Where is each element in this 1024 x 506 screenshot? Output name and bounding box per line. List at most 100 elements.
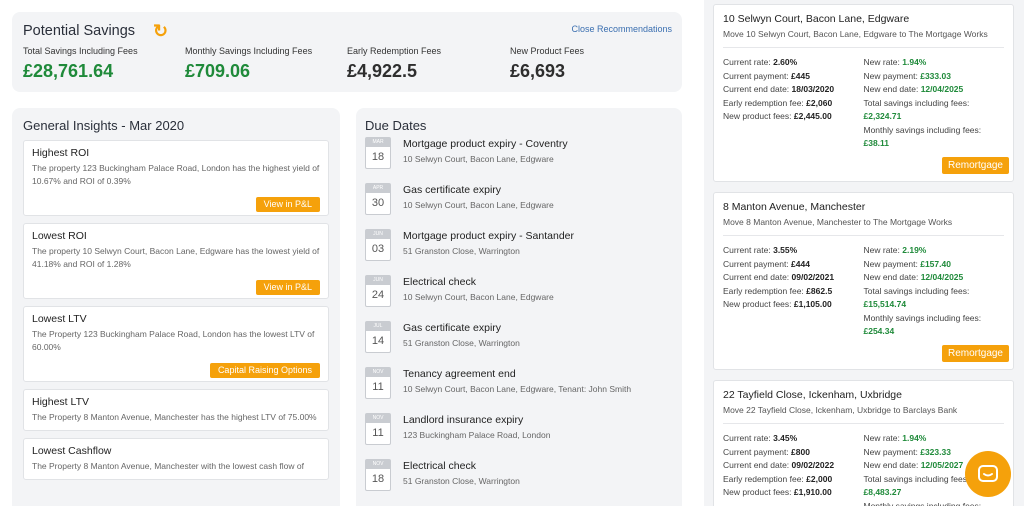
close-recommendations-link[interactable]: Close Recommendations [571, 24, 672, 34]
label: New end date: [863, 84, 919, 94]
new-product-fees: £2,445.00 [793, 111, 832, 121]
due-item[interactable]: JUL 14 Gas certificate expiry 51 Granston … [365, 321, 673, 367]
due-title: Mortgage product expiry - Coventry [403, 138, 568, 150]
label: Early redemption fee: [723, 473, 804, 484]
new-payment: £157.40 [920, 258, 951, 269]
due-title: Electrical check [403, 276, 476, 288]
calendar-icon: NOV 11 [365, 413, 391, 445]
new-payment: £333.03 [920, 70, 951, 81]
calendar-day: 24 [371, 289, 385, 301]
stat-label: New Product Fees [510, 46, 585, 56]
label: New product fees: [723, 299, 792, 309]
due-title: Landlord insurance expiry [403, 414, 524, 426]
label: Early redemption fee: [723, 285, 804, 296]
insight-card-highest-roi: Highest ROI The property 123 Buckingham … [23, 140, 329, 216]
chat-launcher-button[interactable] [965, 451, 1011, 497]
new-rate: 2.19% [902, 245, 927, 255]
calendar-icon: JUN 03 [365, 229, 391, 261]
stat-value: £709.06 [185, 61, 251, 81]
label: Current rate: [723, 245, 771, 255]
label: Monthly savings including fees: [863, 500, 982, 506]
due-address: 51 Granston Close, Warrington [403, 476, 520, 486]
insight-text: The Property 123 Buckingham Palace Road,… [32, 329, 315, 352]
due-item[interactable]: NOV 11 Landlord insurance expiry 123 Bucki… [365, 413, 673, 459]
general-insights-title: General Insights - Mar 2020 [23, 118, 185, 133]
new-product-fees: £1,910.00 [793, 487, 832, 497]
recommendation-move: Move 22 Tayfield Close, Ickenham, Uxbrid… [723, 405, 1004, 424]
insight-text: The Property 8 Manton Avenue, Manchester… [32, 461, 304, 471]
chat-icon [978, 465, 998, 482]
label: Total savings including fees: [863, 97, 970, 108]
due-item[interactable]: NOV 18 Electrical check 51 Granston Close,… [365, 459, 673, 505]
label: Current end date: [723, 460, 790, 470]
calendar-month: MAR [366, 138, 390, 147]
calendar-month: JUN [366, 276, 390, 285]
insight-text: The property 123 Buckingham Palace Road,… [32, 163, 320, 186]
due-item[interactable]: JUN 03 Mortgage product expiry - Santande… [365, 229, 673, 275]
new-end-date: 12/04/2025 [920, 84, 964, 94]
view-in-pl-button[interactable]: View in P&L [255, 197, 320, 212]
recommendation-card: 8 Manton Avenue, Manchester Move 8 Manto… [713, 192, 1014, 370]
due-item[interactable]: NOV 11 Tenancy agreement end 10 Selwyn Cou… [365, 367, 673, 413]
current-end-date: 09/02/2022 [791, 460, 835, 470]
label: New product fees: [723, 111, 792, 121]
due-item[interactable]: JUN 24 Electrical check 10 Selwyn Court, B… [365, 275, 673, 321]
label: Monthly savings including fees: [863, 124, 982, 135]
early-redemption-fee: £862.5 [806, 285, 833, 296]
due-address: 10 Selwyn Court, Bacon Lane, Edgware [403, 200, 554, 210]
savings-stats: Total Savings Including Fees £28,761.64 … [23, 46, 673, 90]
recommendation-title: 10 Selwyn Court, Bacon Lane, Edgware [723, 13, 910, 25]
remortgage-button[interactable]: Remortgage [941, 345, 1009, 362]
dashboard: Potential Savings ↻ Close Recommendation… [0, 0, 1024, 506]
label: Total savings including fees: [863, 285, 970, 296]
current-rate: 3.55% [773, 245, 798, 255]
current-payment: £800 [791, 446, 810, 457]
label: Current rate: [723, 57, 771, 67]
stat-label: Monthly Savings Including Fees [185, 46, 313, 56]
stat-label: Early Redemption Fees [347, 46, 442, 56]
label: New product fees: [723, 487, 792, 497]
early-redemption-fee: £2,060 [806, 97, 833, 108]
calendar-day: 18 [371, 151, 385, 163]
current-end-date: 09/02/2021 [791, 272, 835, 282]
label: New rate: [863, 433, 900, 443]
due-title: Gas certificate expiry [403, 322, 502, 334]
calendar-icon: NOV 11 [365, 367, 391, 399]
calendar-day: 11 [372, 381, 384, 393]
calendar-month: NOV [366, 368, 390, 377]
current-rate: 2.60% [773, 57, 798, 67]
recommendation-card: 10 Selwyn Court, Bacon Lane, Edgware Mov… [713, 4, 1014, 182]
view-in-pl-button[interactable]: View in P&L [255, 280, 320, 295]
general-insights-panel: General Insights - Mar 2020 Highest ROI … [12, 108, 340, 506]
total-savings: £2,324.71 [863, 111, 902, 121]
label: Current payment: [723, 446, 789, 457]
calendar-month: JUN [366, 230, 390, 239]
label: New payment: [863, 258, 918, 269]
recommendation-move: Move 8 Manton Avenue, Manchester to The … [723, 217, 1004, 236]
insight-title: Lowest LTV [32, 313, 87, 325]
calendar-day: 14 [371, 335, 385, 347]
calendar-month: APR [366, 184, 390, 193]
refresh-icon[interactable]: ↻ [153, 22, 168, 40]
due-item[interactable]: APR 30 Gas certificate expiry 10 Selwyn Co… [365, 183, 673, 229]
due-item[interactable]: MAR 18 Mortgage product expiry - Coventry… [365, 137, 673, 183]
label: Current end date: [723, 84, 790, 94]
remortgage-button[interactable]: Remortgage [941, 157, 1009, 174]
label: Current rate: [723, 433, 771, 443]
monthly-savings: £254.34 [863, 326, 895, 336]
label: New rate: [863, 245, 900, 255]
calendar-day: 18 [371, 473, 385, 485]
calendar-month: NOV [366, 460, 390, 469]
insight-card-lowest-cashflow: Lowest Cashflow The Property 8 Manton Av… [23, 438, 329, 480]
stat-new-product-fees: New Product Fees £6,693 [510, 46, 584, 82]
due-address: 10 Selwyn Court, Bacon Lane, Edgware [403, 154, 554, 164]
due-address: 51 Granston Close, Warrington [403, 338, 520, 348]
stat-early-redemption-fees: Early Redemption Fees £4,922.5 [347, 46, 441, 82]
label: New end date: [863, 272, 919, 282]
current-end-date: 18/03/2020 [791, 84, 835, 94]
potential-savings-title: Potential Savings [23, 23, 136, 39]
calendar-icon: APR 30 [365, 183, 391, 215]
calendar-icon: JUL 14 [365, 321, 391, 353]
capital-raising-options-button[interactable]: Capital Raising Options [209, 363, 320, 378]
due-address: 51 Granston Close, Warrington [403, 246, 520, 256]
